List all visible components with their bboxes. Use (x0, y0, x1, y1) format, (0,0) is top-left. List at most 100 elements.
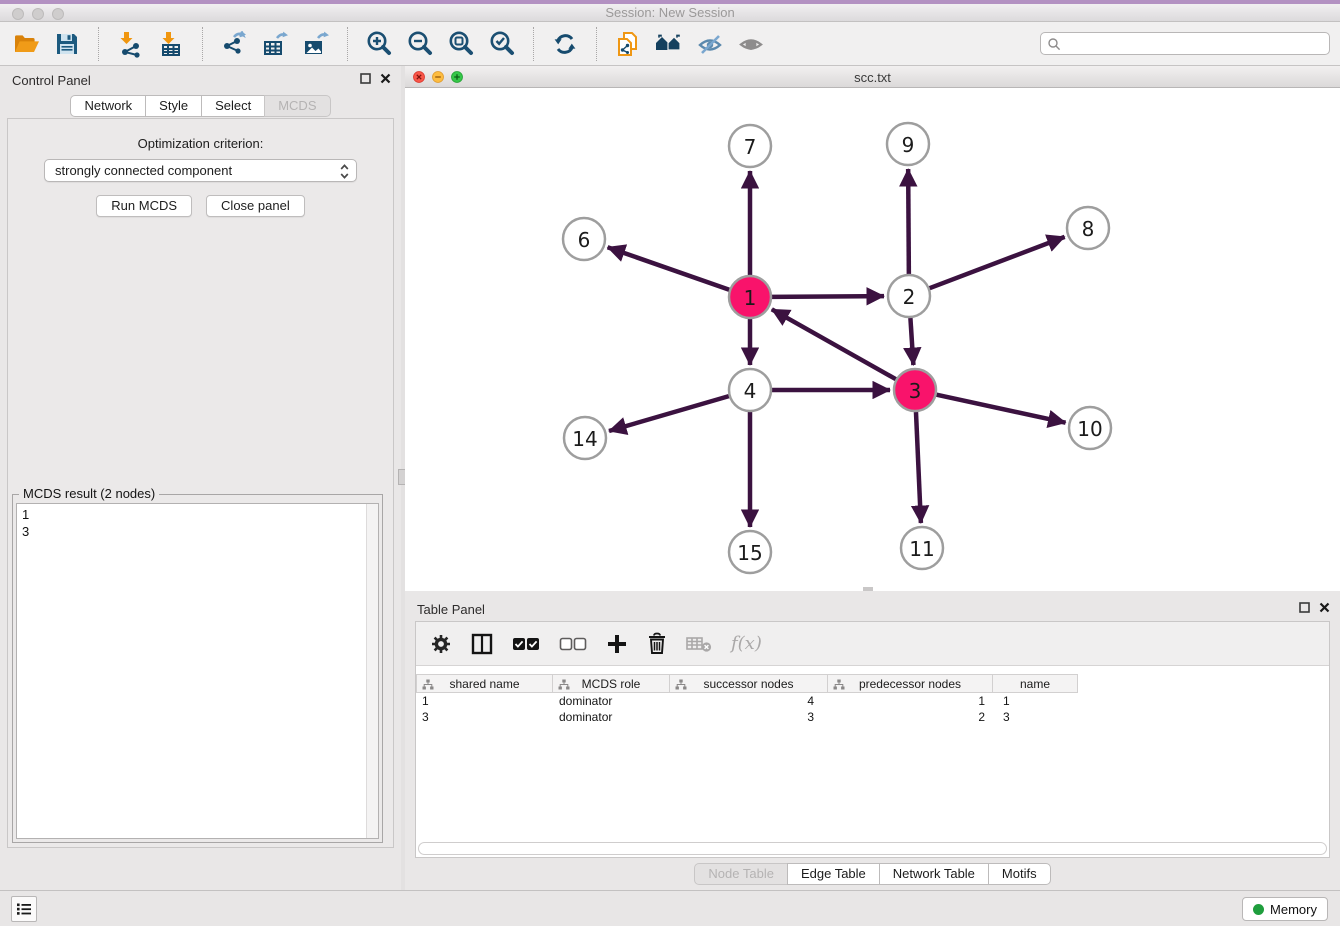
table-cell[interactable]: dominator (553, 709, 670, 725)
table-cell[interactable]: dominator (553, 693, 670, 709)
control-panel: Control Panel Network Style Select MCDS … (0, 66, 401, 890)
refresh-icon[interactable] (549, 28, 581, 60)
create-column-icon[interactable] (606, 633, 628, 655)
select-all-columns-icon[interactable] (512, 637, 540, 651)
search-field[interactable] (1040, 32, 1330, 55)
view-resize-grip[interactable] (863, 587, 873, 591)
export-table-icon[interactable] (259, 28, 291, 60)
table-tabs: Node Table Edge Table Network Table Moti… (694, 863, 1050, 885)
table-cell[interactable]: 4 (670, 693, 828, 709)
table-panel-header: Table Panel (405, 595, 1340, 623)
table-row[interactable]: 3dominator323 (416, 709, 1329, 725)
criterion-dropdown[interactable]: strongly connected component (44, 159, 357, 182)
control-panel-header: Control Panel (0, 66, 401, 94)
search-input[interactable] (1065, 35, 1323, 53)
tab-node-table[interactable]: Node Table (694, 863, 788, 885)
graph-edge-3-10[interactable] (936, 395, 1065, 423)
graph-node-label: 3 (909, 379, 922, 403)
graph-node-label: 2 (903, 285, 916, 309)
tab-edge-table[interactable]: Edge Table (787, 863, 880, 885)
graph-edge-3-11[interactable] (916, 412, 921, 523)
hide-graphics-details-icon[interactable] (694, 28, 726, 60)
table-cell[interactable]: 3 (993, 709, 1078, 725)
column-header-name[interactable]: name (993, 674, 1078, 693)
function-builder-icon: f(x) (731, 633, 762, 654)
network-canvas[interactable]: 7968124314101511 (405, 88, 1340, 591)
column-header-label: successor nodes (703, 677, 793, 691)
graph-node-label: 1 (744, 286, 757, 310)
mcds-panel: Optimization criterion: strongly connect… (7, 118, 394, 848)
graph-node-label: 4 (744, 379, 757, 403)
show-column-panel-icon[interactable] (471, 633, 493, 655)
eye-icon[interactable] (735, 28, 767, 60)
zoom-selected-icon[interactable] (486, 28, 518, 60)
network-view-title: scc.txt (405, 70, 1340, 85)
clone-network-icon[interactable] (612, 28, 644, 60)
column-header-label: MCDS role (582, 677, 641, 691)
status-bar: Memory (0, 890, 1340, 926)
zoom-in-icon[interactable] (363, 28, 395, 60)
table-cell[interactable]: 1 (416, 693, 553, 709)
column-header-label: shared name (449, 677, 519, 691)
import-table-icon[interactable] (155, 28, 187, 60)
float-panel-icon[interactable] (360, 73, 371, 84)
table-cell[interactable]: 2 (828, 709, 993, 725)
memory-label: Memory (1270, 902, 1317, 917)
tab-motifs[interactable]: Motifs (988, 863, 1051, 885)
dropdown-stepper-icon (340, 164, 349, 179)
mcds-result-textarea[interactable]: 1 3 (16, 503, 379, 839)
graph-edge-2-8[interactable] (930, 237, 1065, 288)
horizontal-scrollbar[interactable] (418, 842, 1327, 855)
unselect-all-columns-icon[interactable] (559, 637, 587, 651)
column-header-shared-name[interactable]: shared name (416, 674, 553, 693)
export-image-icon[interactable] (300, 28, 332, 60)
graph-edge-2-9[interactable] (908, 169, 909, 274)
delete-column-icon[interactable] (647, 632, 667, 655)
table-panel: Table Panel (405, 595, 1340, 890)
list-icon (15, 900, 33, 918)
table-cell[interactable]: 3 (416, 709, 553, 725)
table-body: 1dominator4113dominator323 (416, 693, 1329, 725)
table-row[interactable]: 1dominator411 (416, 693, 1329, 709)
tab-mcds[interactable]: MCDS (264, 95, 330, 117)
zoom-fit-icon[interactable] (445, 28, 477, 60)
zoom-out-icon[interactable] (404, 28, 436, 60)
tab-style[interactable]: Style (145, 95, 202, 117)
column-header-predecessor-nodes[interactable]: predecessor nodes (828, 674, 993, 693)
window-title: Session: New Session (0, 5, 1340, 20)
mcds-result-line: 3 (22, 523, 373, 540)
export-network-icon[interactable] (218, 28, 250, 60)
graph-edge-1-2[interactable] (772, 296, 884, 297)
toolbar-separator (202, 27, 203, 61)
table-cell[interactable]: 1 (993, 693, 1078, 709)
import-network-icon[interactable] (114, 28, 146, 60)
first-neighbors-icon[interactable] (653, 28, 685, 60)
close-panel-icon[interactable] (380, 73, 391, 84)
graph-edge-4-14[interactable] (609, 396, 729, 431)
network-window-titlebar[interactable]: scc.txt (405, 66, 1340, 88)
tab-select[interactable]: Select (201, 95, 265, 117)
vertical-scrollbar[interactable] (366, 504, 378, 838)
graph-node-label: 15 (737, 541, 762, 565)
close-panel-button[interactable]: Close panel (206, 195, 305, 217)
memory-button[interactable]: Memory (1242, 897, 1328, 921)
graph-edge-3-1[interactable] (772, 309, 896, 379)
graph-node-label: 11 (909, 537, 934, 561)
graph-edge-1-6[interactable] (608, 247, 730, 289)
tab-network-table[interactable]: Network Table (879, 863, 989, 885)
table-cell[interactable]: 3 (670, 709, 828, 725)
run-mcds-button[interactable]: Run MCDS (96, 195, 192, 217)
open-session-icon[interactable] (10, 28, 42, 60)
tab-network[interactable]: Network (70, 95, 146, 117)
column-header-MCDS-role[interactable]: MCDS role (553, 674, 670, 693)
graph-edge-2-3[interactable] (910, 318, 913, 365)
delete-table-icon (686, 635, 712, 653)
table-settings-gear-icon[interactable] (430, 633, 452, 655)
table-header-row: shared name MCDS role successor nodes prede… (416, 674, 1329, 693)
save-session-icon[interactable] (51, 28, 83, 60)
column-header-successor-nodes[interactable]: successor nodes (670, 674, 828, 693)
close-panel-icon[interactable] (1319, 602, 1330, 613)
float-panel-icon[interactable] (1299, 602, 1310, 613)
table-cell[interactable]: 1 (828, 693, 993, 709)
task-history-button[interactable] (11, 896, 37, 922)
